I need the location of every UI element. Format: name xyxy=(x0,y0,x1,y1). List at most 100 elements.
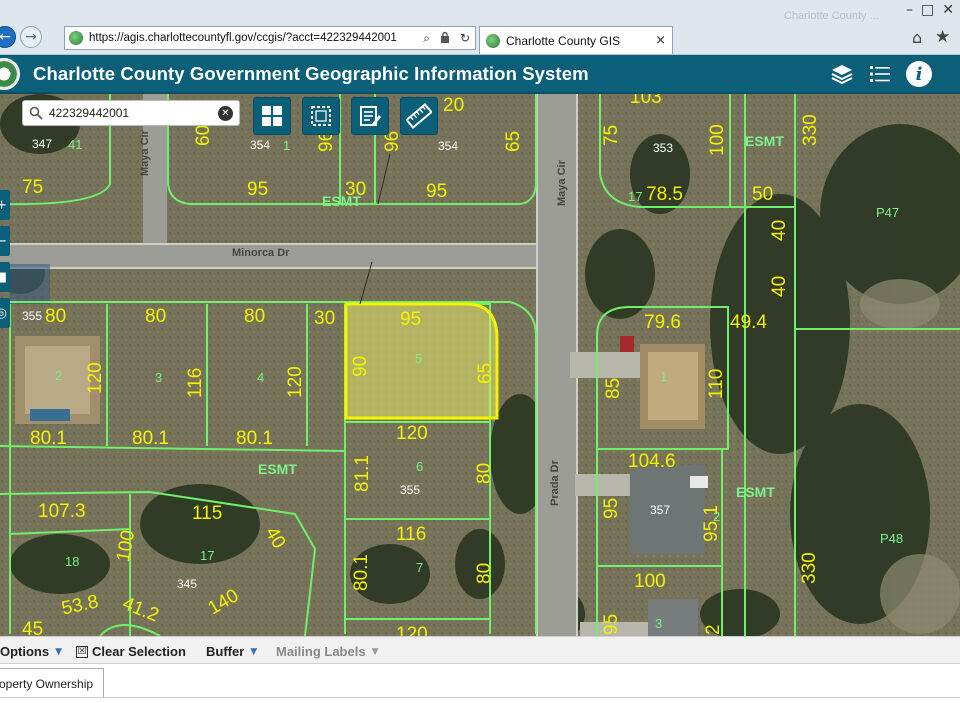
search-input[interactable] xyxy=(49,106,209,120)
easement-label: ESMT xyxy=(258,461,297,477)
zoom-out-icon[interactable]: − xyxy=(0,226,10,256)
street-label: Prada Dr xyxy=(549,460,561,506)
lot-number: 17 xyxy=(628,189,643,204)
lot-number: 6 xyxy=(416,459,424,474)
tab-charlotte-county-gis[interactable]: Charlotte County GIS × xyxy=(479,26,673,54)
dimension-label: 49.4 xyxy=(730,312,767,333)
divider xyxy=(0,697,960,698)
app-header: Charlotte County Government Geographic I… xyxy=(0,55,960,94)
dimension-label: 80.1 xyxy=(236,428,273,449)
layers-icon[interactable] xyxy=(829,61,855,87)
back-button[interactable]: ← xyxy=(0,26,16,48)
dimension-label: 80 xyxy=(45,306,67,327)
refresh-icon[interactable]: ↻ xyxy=(460,31,470,45)
lot-number: 18 xyxy=(65,554,80,569)
measure-tool-button[interactable] xyxy=(400,97,438,135)
dimension-label: 95 xyxy=(601,613,622,635)
checkbox-x-icon: ☒ xyxy=(76,645,88,658)
buffer-label: Buffer xyxy=(206,644,245,659)
site-globe-icon xyxy=(69,31,83,45)
info-icon[interactable]: i xyxy=(906,61,932,87)
dimension-label: 110 xyxy=(706,368,727,399)
lot-number: 1 xyxy=(283,138,291,153)
dimension-label: 90 xyxy=(350,355,371,377)
dimension-label: 95 xyxy=(601,497,622,519)
options-menu[interactable]: Options ▼ xyxy=(0,644,62,659)
buffer-menu[interactable]: Buffer ▼ xyxy=(206,644,257,659)
lot-number: 3 xyxy=(655,616,663,631)
select-tool-button[interactable] xyxy=(302,97,340,135)
clear-search-icon[interactable]: ✕ xyxy=(218,106,233,121)
address-bar[interactable]: https://agis.charlottecountyfl.gov/ccgis… xyxy=(64,26,476,50)
address-label: 353 xyxy=(653,141,674,155)
browser-toolbar: Charlotte County ... – □ ✕ ← → https://a… xyxy=(0,0,960,55)
lot-number: 3 xyxy=(155,370,163,385)
dimension-label: 120 xyxy=(85,362,106,394)
dimension-label: 80 xyxy=(474,562,495,584)
address-label: 355 xyxy=(400,483,421,497)
maximize-icon[interactable]: □ xyxy=(921,2,934,20)
dimension-label: 78.5 xyxy=(646,184,683,205)
lot-number: 41 xyxy=(68,137,83,152)
street-label: Minorca Dr xyxy=(232,247,290,259)
grid-tool-button[interactable] xyxy=(253,97,291,135)
dimension-label: 100 xyxy=(707,124,728,156)
tab-title: Charlotte County GIS xyxy=(506,33,621,48)
dimension-label: 75 xyxy=(22,177,44,198)
dimension-label: 40 xyxy=(769,219,790,241)
tab-close-icon[interactable]: × xyxy=(655,33,666,48)
favorites-star-icon[interactable]: ★ xyxy=(935,27,950,47)
minimize-icon[interactable]: – xyxy=(906,2,913,20)
dimension-label: 79.6 xyxy=(644,312,681,333)
zoom-in-icon[interactable]: + xyxy=(0,190,10,220)
dimension-label: 120 xyxy=(396,423,428,444)
notes-icon xyxy=(360,106,381,126)
address-label: 354 xyxy=(438,139,459,153)
address-label: 357 xyxy=(650,503,671,517)
dimension-label: 20 xyxy=(443,95,465,116)
dimension-label: 115 xyxy=(192,503,223,524)
tab-property-ownership[interactable]: operty Ownership xyxy=(0,668,104,698)
forward-button[interactable]: → xyxy=(20,26,42,48)
easement-label: ESMT xyxy=(322,193,361,209)
dimension-label: 107.3 xyxy=(38,501,86,522)
dimension-label: 2 xyxy=(703,624,724,635)
notes-tool-button[interactable] xyxy=(351,97,389,135)
home-icon[interactable]: ⌂ xyxy=(912,28,922,47)
easement-label: ESMT xyxy=(745,133,784,149)
chevron-down-icon: ▼ xyxy=(55,646,63,657)
dimension-label: 80 xyxy=(474,462,495,484)
select-box-icon xyxy=(311,106,331,126)
parcel-label: P47 xyxy=(876,205,900,220)
clear-selection-button[interactable]: ☒ Clear Selection xyxy=(76,644,186,659)
dimension-label: 330 xyxy=(800,114,821,146)
dimension-label: 80.1 xyxy=(351,554,372,591)
address-label: 354 xyxy=(250,138,271,152)
map-canvas[interactable]: Minorca Dr Maya Cir Maya Cir Prada Dr 10… xyxy=(0,94,960,636)
lot-number: 4 xyxy=(257,370,265,385)
measure-icon xyxy=(406,103,432,129)
home-extent-icon[interactable]: ■ xyxy=(0,262,10,292)
dimension-label: 45 xyxy=(22,619,44,636)
mailing-labels-menu[interactable]: Mailing Labels ▼ xyxy=(276,644,379,659)
dimension-label: 100 xyxy=(113,528,140,564)
locate-icon[interactable]: ◎ xyxy=(0,298,10,328)
dimension-label: 100 xyxy=(634,571,666,592)
address-label: 347 xyxy=(32,137,53,151)
results-toolbar: Options ▼ ☒ Clear Selection Buffer ▼ Mai… xyxy=(0,636,960,664)
dimension-label: 65 xyxy=(475,362,496,384)
dimension-label: 30 xyxy=(314,308,336,329)
dimension-label: 75 xyxy=(601,124,622,146)
dimension-label: 116 xyxy=(185,367,206,398)
dimension-label: 104.6 xyxy=(628,451,676,472)
lot-number: 1 xyxy=(660,369,668,384)
search-icon[interactable]: ⌕ xyxy=(423,31,430,46)
search-box[interactable]: ✕ xyxy=(22,100,240,126)
legend-list-icon[interactable] xyxy=(867,61,893,87)
chevron-down-icon: ▼ xyxy=(371,646,379,657)
url-text[interactable]: https://agis.charlottecountyfl.gov/ccgis… xyxy=(89,32,418,44)
close-window-icon[interactable]: ✕ xyxy=(942,2,954,20)
dimension-label: 95 xyxy=(247,179,269,200)
search-icon xyxy=(29,106,43,120)
lot-number: 5 xyxy=(415,351,423,366)
